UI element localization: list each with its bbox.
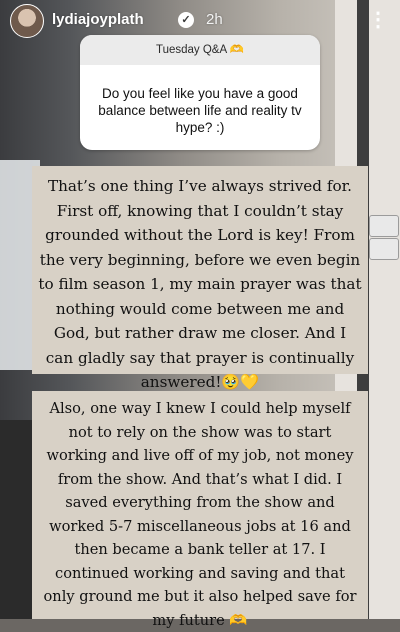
background-fixture <box>369 215 399 237</box>
background-fixture <box>369 238 399 260</box>
story-header: lydiajoyplath ✓ 2h ⋮ <box>0 0 400 40</box>
avatar[interactable] <box>10 4 44 38</box>
question-sticker-title: Tuesday Q&A 🫶 <box>80 35 320 65</box>
more-options-icon[interactable]: ⋮ <box>368 8 388 32</box>
answer-text-block-1: That’s one thing I’ve always strived for… <box>32 166 368 391</box>
username[interactable]: lydiajoyplath <box>52 11 144 28</box>
question-text: Do you feel like you have a good balance… <box>98 86 302 135</box>
question-sticker[interactable]: Tuesday Q&A 🫶 Do you feel like you have … <box>80 35 320 150</box>
post-time: 2h <box>206 11 223 28</box>
answer-text-block-2: Also, one way I knew I could help myself… <box>32 391 368 629</box>
verified-badge-icon: ✓ <box>178 12 194 28</box>
